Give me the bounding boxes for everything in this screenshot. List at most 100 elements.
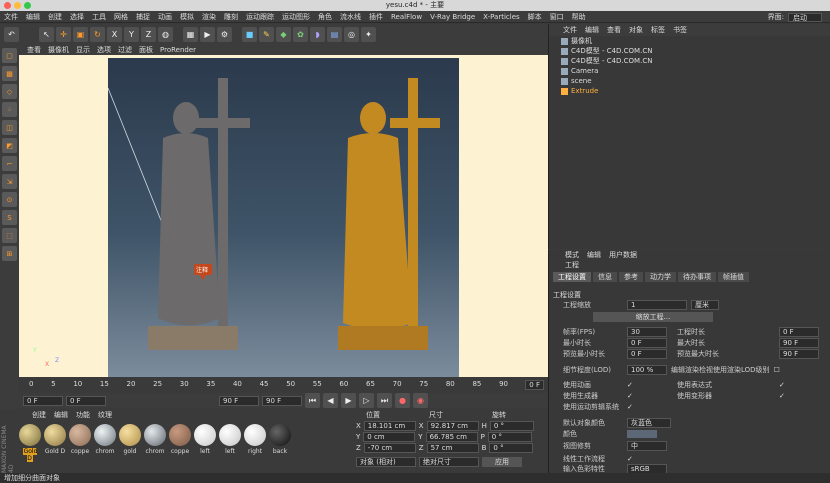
menu-mesh[interactable]: 网格 [114,12,128,22]
axis-z-icon[interactable]: Z [141,26,156,42]
size-mode-select[interactable]: 绝对尺寸 [419,456,479,467]
grid-icon[interactable]: ⊞ [2,246,17,261]
obj-menu-file[interactable]: 文件 [563,25,577,35]
attr-menu-edit[interactable]: 编辑 [587,250,601,260]
soft-selection-icon[interactable]: S [2,210,17,225]
material-item[interactable]: back [269,424,291,462]
menu-xparticles[interactable]: X-Particles [483,13,519,21]
vp-menu-filter[interactable]: 过滤 [118,45,132,55]
rot-b-field[interactable]: 0 ° [489,442,534,453]
mat-menu-edit[interactable]: 编辑 [54,410,68,420]
scale-icon[interactable]: ▣ [73,26,88,42]
menu-plugins[interactable]: 插件 [369,12,383,22]
tab-interpolation[interactable]: 帧插值 [718,272,749,282]
camera-icon[interactable]: ◎ [344,26,359,42]
pos-z-field[interactable]: -70 cm [363,442,416,453]
rotate-icon[interactable]: ↻ [90,26,105,42]
prev-key-icon[interactable]: ◀ [323,393,338,408]
menu-mograph[interactable]: 运动图形 [282,12,310,22]
close-window-button[interactable] [4,2,11,9]
view-clip-select[interactable]: 中 [627,441,667,451]
3d-viewport[interactable]: 注释 Y X Z [19,55,548,377]
render-area[interactable]: 注释 [107,58,459,377]
preview-min-field[interactable]: 0 F [627,349,667,359]
tab-todo[interactable]: 待办事项 [678,272,716,282]
texture-mode-icon[interactable]: ▩ [2,66,17,81]
axis-y-icon[interactable]: Y [124,26,139,42]
object-row[interactable]: Extrude [549,86,830,96]
axis-mode-icon[interactable]: ⌐ [2,156,17,171]
mat-menu-texture[interactable]: 纹理 [98,410,112,420]
render-region-icon[interactable]: ▦ [183,26,198,42]
window-controls[interactable] [4,2,31,9]
menu-pipeline[interactable]: 流水线 [340,12,361,22]
move-icon[interactable]: ✛ [56,26,71,42]
pos-x-field[interactable]: 18.101 cm [363,420,416,431]
object-row[interactable]: C4D模型 - C4D.COM.CN [549,56,830,66]
go-start-icon[interactable]: ⏮ [305,393,320,408]
material-item[interactable]: left [219,424,241,462]
vp-menu-display[interactable]: 显示 [76,45,90,55]
timeline-end-frame[interactable]: 0 F [525,380,544,390]
obj-menu-view[interactable]: 查看 [607,25,621,35]
cube-icon[interactable]: ■ [242,26,257,42]
polygons-mode-icon[interactable]: ◩ [2,138,17,153]
next-key-icon[interactable]: ▷ [359,393,374,408]
minimize-window-button[interactable] [14,2,21,9]
pos-y-field[interactable]: 0 cm [363,431,416,442]
model-mode-icon[interactable]: ▢ [2,48,17,63]
menu-window[interactable]: 窗口 [550,12,564,22]
obj-menu-tags[interactable]: 标签 [651,25,665,35]
subdivide-icon[interactable]: ◆ [276,26,291,42]
tab-project-settings[interactable]: 工程设置 [553,272,591,282]
go-end-icon[interactable]: ⏭ [377,393,392,408]
material-item[interactable]: coppe [169,424,191,462]
apply-button[interactable]: 应用 [482,456,522,467]
timeline[interactable]: 0 5 10 15 20 25 30 35 40 45 50 55 60 65 … [19,378,548,392]
menu-motion-tracking[interactable]: 运动跟踪 [246,12,274,22]
size-z-field[interactable]: 57 cm [426,442,479,453]
tweak-mode-icon[interactable]: ⇲ [2,174,17,189]
use-expressions-checkbox[interactable]: ✓ [779,381,785,389]
zoom-window-button[interactable] [24,2,31,9]
coord-mode-select[interactable]: 对象 (相对) [356,456,416,467]
select-icon[interactable]: ↖ [39,26,54,42]
pen-icon[interactable]: ✎ [259,26,274,42]
light-icon[interactable]: ✦ [361,26,376,42]
obj-menu-bookmarks[interactable]: 书签 [673,25,687,35]
use-mograph-checkbox[interactable]: ✓ [627,403,633,411]
tab-dynamics[interactable]: 动力学 [645,272,676,282]
material-item[interactable]: chrom [144,424,166,462]
menu-simulate[interactable]: 模拟 [180,12,194,22]
world-icon[interactable]: ◍ [158,26,173,42]
rot-h-field[interactable]: 0 ° [489,420,534,431]
floor-icon[interactable]: ▤ [327,26,342,42]
material-item[interactable]: Gold D [19,424,41,462]
mat-menu-function[interactable]: 功能 [76,410,90,420]
object-row[interactable]: scene [549,76,830,86]
start-frame-field[interactable]: 0 F [23,395,63,406]
lock-workplane-icon[interactable]: ⬚ [2,228,17,243]
edges-mode-icon[interactable]: ◫ [2,120,17,135]
use-generators-checkbox[interactable]: ✓ [627,392,633,400]
duration-field[interactable]: 0 F [779,327,819,337]
menu-realflow[interactable]: RealFlow [391,13,422,21]
menu-vray[interactable]: V-Ray Bridge [430,13,475,21]
vp-menu-view[interactable]: 查看 [27,45,41,55]
color-swatch[interactable] [627,430,657,438]
lod-field[interactable]: 100 % [627,365,667,375]
menu-help[interactable]: 帮助 [572,12,586,22]
current-frame-field[interactable]: 0 F [66,395,106,406]
attr-menu-userdata[interactable]: 用户数据 [609,250,637,260]
interface-select[interactable]: 启动 [788,12,822,22]
linear-workflow-checkbox[interactable]: ✓ [627,455,633,463]
vp-menu-camera[interactable]: 摄像机 [48,45,69,55]
scale-project-button[interactable]: 缩放工程... [593,312,713,322]
fps-field[interactable]: 30 [627,327,667,337]
max-frame-field[interactable]: 90 F [262,395,302,406]
render-settings-icon[interactable]: ⚙ [217,26,232,42]
material-item[interactable]: Gold D [44,424,66,462]
vp-menu-prorender[interactable]: ProRender [160,46,196,54]
menu-select[interactable]: 选择 [70,12,84,22]
material-item[interactable]: coppe [69,424,91,462]
